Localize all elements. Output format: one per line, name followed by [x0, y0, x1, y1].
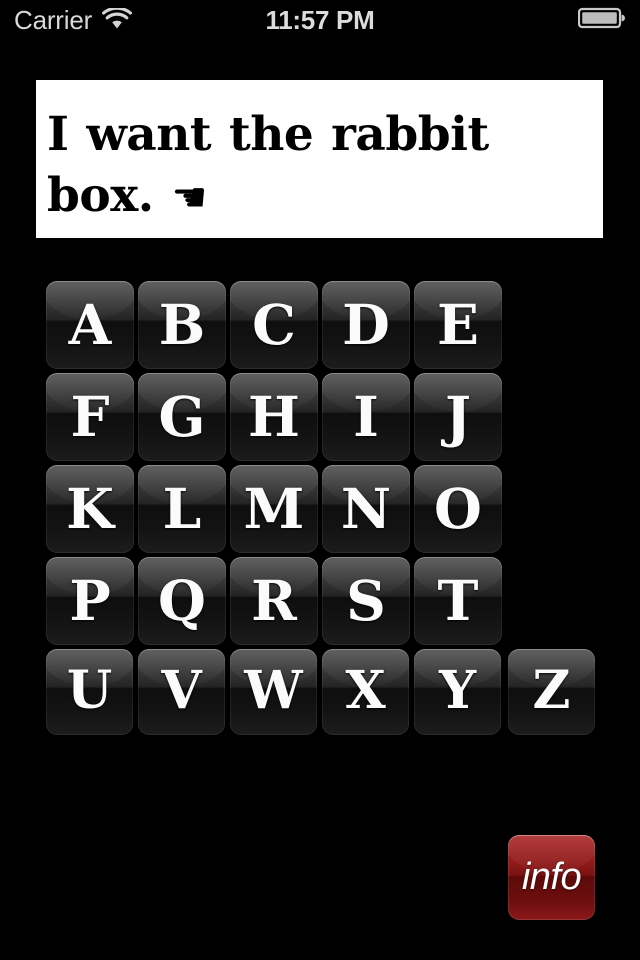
letter-key-label: C [252, 291, 296, 357]
letter-key-label: E [437, 291, 479, 357]
letter-key-o[interactable]: O [414, 465, 502, 553]
letter-key-m[interactable]: M [230, 465, 318, 553]
letter-key-label: W [244, 660, 303, 721]
letter-key-s[interactable]: S [322, 557, 410, 645]
phrase-text: I want the rabbit box. ☚ [47, 107, 489, 223]
letter-key-label: J [444, 383, 472, 449]
letter-key-label: H [248, 383, 300, 449]
letter-key-q[interactable]: Q [138, 557, 226, 645]
letter-key-k[interactable]: K [46, 465, 134, 553]
battery-full-icon [577, 7, 626, 34]
letter-key-d[interactable]: D [322, 281, 410, 369]
letter-key-label: R [251, 567, 297, 633]
letter-key-i[interactable]: I [322, 373, 410, 461]
letter-key-h[interactable]: H [230, 373, 318, 461]
letter-key-v[interactable]: V [138, 649, 225, 735]
letter-key-label: A [68, 291, 112, 357]
letter-key-w[interactable]: W [230, 649, 317, 735]
status-bar: Carrier 11:57 PM [0, 0, 640, 40]
letter-key-label: P [69, 567, 111, 633]
letter-key-x[interactable]: X [322, 649, 409, 735]
letter-key-label: D [342, 291, 390, 357]
letter-key-t[interactable]: T [414, 557, 502, 645]
letter-key-label: O [434, 475, 482, 541]
clock-label: 11:57 PM [265, 5, 375, 35]
letter-key-label: Z [532, 660, 571, 721]
letter-key-label: G [158, 383, 206, 449]
letter-key-r[interactable]: R [230, 557, 318, 645]
letter-key-label: M [243, 475, 305, 541]
letter-key-label: F [70, 383, 110, 449]
letter-key-g[interactable]: G [138, 373, 226, 461]
letter-key-label: S [346, 567, 386, 633]
letter-key-label: N [340, 475, 392, 541]
letter-key-c[interactable]: C [230, 281, 318, 369]
letter-key-label: I [353, 383, 379, 449]
app-screen: Carrier 11:57 PM I want the rabbit box. … [0, 0, 640, 960]
manicule-pointing-left-icon: ☚ [171, 175, 207, 221]
letter-key-b[interactable]: B [138, 281, 226, 369]
letter-key-label: X [345, 660, 386, 721]
letter-key-e[interactable]: E [414, 281, 502, 369]
letter-key-label: L [162, 475, 202, 541]
phrase-box[interactable]: I want the rabbit box. ☚ [36, 80, 603, 238]
status-bar-center: 11:57 PM [0, 0, 640, 40]
letter-key-a[interactable]: A [46, 281, 134, 369]
letter-key-label: Y [438, 660, 477, 721]
info-button-label: info [521, 856, 582, 898]
letter-key-label: K [66, 475, 114, 541]
letter-key-u[interactable]: U [46, 649, 133, 735]
letter-key-label: V [161, 660, 202, 721]
letter-key-label: T [437, 567, 479, 633]
letter-key-z[interactable]: Z [508, 649, 595, 735]
letter-key-label: U [66, 660, 113, 721]
letter-key-y[interactable]: Y [414, 649, 501, 735]
status-bar-right [577, 0, 626, 40]
letter-key-f[interactable]: F [46, 373, 134, 461]
letter-key-j[interactable]: J [414, 373, 502, 461]
letter-key-n[interactable]: N [322, 465, 410, 553]
letter-key-label: Q [158, 567, 206, 633]
info-button[interactable]: info [508, 835, 595, 920]
letter-key-p[interactable]: P [46, 557, 134, 645]
letter-key-l[interactable]: L [138, 465, 226, 553]
letter-key-label: B [158, 291, 206, 357]
